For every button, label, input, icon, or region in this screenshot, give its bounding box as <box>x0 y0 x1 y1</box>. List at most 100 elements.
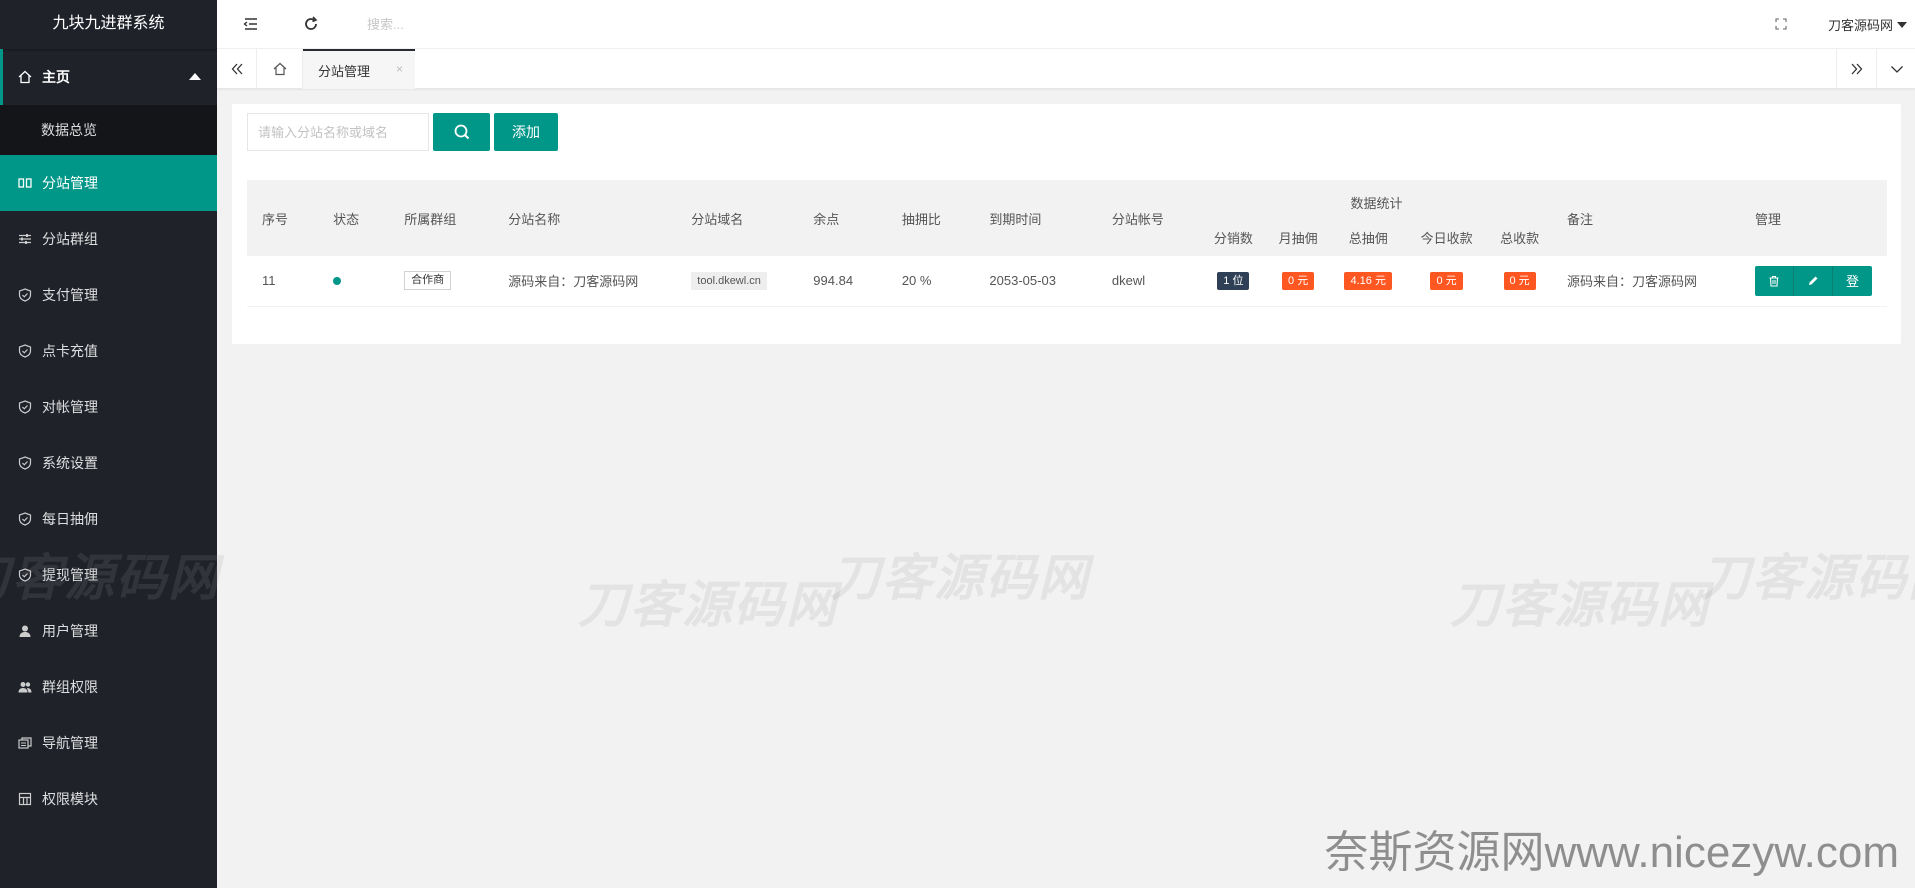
col-distributors: 分销数 <box>1200 218 1266 256</box>
cell-today-income: 0 元 <box>1405 256 1488 307</box>
cell-manage: 登 <box>1740 256 1887 307</box>
sidebar-item-label: 系统设置 <box>42 455 98 471</box>
top-header: 刀客源码网 <box>217 0 1915 49</box>
col-total-income: 总收款 <box>1487 218 1552 256</box>
watermark: 刀客源码网 <box>830 549 1090 607</box>
menu-collapse-icon[interactable] <box>241 14 261 34</box>
tabs-dropdown-button[interactable] <box>1876 49 1915 89</box>
shield-check-icon <box>18 456 32 470</box>
main-card: 添加 序号 状态 所属群组 分站名称 分站域名 余点 抽拥比 到期时间 分站帐号… <box>232 104 1901 344</box>
search-button[interactable] <box>433 113 490 151</box>
sidebar-item-settings[interactable]: 系统设置 <box>0 435 217 491</box>
col-remark: 备注 <box>1552 180 1740 256</box>
login-button[interactable]: 登 <box>1833 265 1872 296</box>
col-index: 序号 <box>247 180 319 256</box>
sidebar-item-card-recharge[interactable]: 点卡充值 <box>0 323 217 379</box>
cell-remark: 源码来自：刀客源码网 <box>1552 256 1740 307</box>
table-row: 11 合作商 源码来自：刀客源码网 tool.dkewl.cn 994.84 2… <box>247 256 1887 307</box>
sliders-icon <box>18 232 32 246</box>
sidebar-item-permission-modules[interactable]: 权限模块 <box>0 771 217 827</box>
cell-ratio: 20 % <box>886 256 975 307</box>
sidebar-item-payment[interactable]: 支付管理 <box>0 267 217 323</box>
sidebar-item-users[interactable]: 用户管理 <box>0 603 217 659</box>
tabs-scroll-left-button[interactable] <box>217 49 257 89</box>
cell-total-income: 0 元 <box>1487 256 1552 307</box>
fullscreen-icon[interactable] <box>1771 14 1791 34</box>
edit-button[interactable] <box>1794 265 1833 296</box>
add-button[interactable]: 添加 <box>494 113 558 151</box>
sidebar-item-substation[interactable]: 分站管理 <box>0 155 217 211</box>
shield-check-icon <box>18 288 32 302</box>
cell-account: dkewl <box>1096 256 1201 307</box>
tab-home-button[interactable] <box>258 49 303 89</box>
sidebar-item-label: 主页 <box>42 69 70 85</box>
cell-status <box>318 256 390 307</box>
shield-check-icon <box>18 344 32 358</box>
cell-monthly-commission: 0 元 <box>1265 256 1331 307</box>
col-monthly-commission: 月抽佣 <box>1265 218 1331 256</box>
col-ratio: 抽拥比 <box>886 180 975 256</box>
tab-substation-management[interactable]: 分站管理 × <box>303 49 415 89</box>
shield-check-icon <box>18 512 32 526</box>
col-expire: 到期时间 <box>974 180 1097 256</box>
col-group-stats: 数据统计 <box>1200 180 1552 218</box>
user-menu[interactable]: 刀客源码网 <box>1828 15 1907 34</box>
home-outline-icon <box>273 62 287 76</box>
sidebar-item-navigation[interactable]: 导航管理 <box>0 715 217 771</box>
pencil-icon <box>1809 276 1818 285</box>
cell-index: 11 <box>247 256 319 307</box>
caret-down-icon <box>1897 22 1907 28</box>
col-name: 分站名称 <box>493 180 677 256</box>
tab-bar: 分站管理 × <box>217 49 1915 89</box>
sidebar-item-label: 支付管理 <box>42 287 98 303</box>
double-chevron-right-icon <box>1851 63 1862 75</box>
sidebar-item-label: 分站群组 <box>42 231 98 247</box>
sidebar-item-label: 群组权限 <box>42 679 98 695</box>
distributors-badge: 1 位 <box>1217 271 1250 290</box>
sidebar-item-home[interactable]: 主页 <box>0 49 217 105</box>
col-domain: 分站域名 <box>676 180 799 256</box>
chevron-down-icon <box>1890 66 1903 73</box>
sidebar-item-label: 点卡充值 <box>42 343 98 359</box>
sidebar-item-group-permissions[interactable]: 群组权限 <box>0 659 217 715</box>
cell-balance: 994.84 <box>798 256 887 307</box>
user-icon <box>18 624 32 638</box>
sidebar-item-substation-group[interactable]: 分站群组 <box>0 211 217 267</box>
sidebar-item-label: 导航管理 <box>42 735 98 751</box>
footer-watermark: 奈斯资源网www.nicezyw.com <box>1324 828 1899 877</box>
columns-icon <box>18 176 32 190</box>
chevron-up-icon <box>189 73 201 80</box>
delete-button[interactable] <box>1755 265 1794 296</box>
sidebar-item-label: 分站管理 <box>42 175 98 191</box>
users-icon <box>18 680 32 694</box>
sidebar: 九块九进群系统 主页 数据总览 分站管理 分站群组 支付管理 点卡充值 对帐管理… <box>0 0 217 888</box>
tabs-scroll-right-button[interactable] <box>1836 49 1876 89</box>
group-tag: 合作商 <box>404 271 452 291</box>
cell-name: 源码来自：刀客源码网 <box>493 256 677 307</box>
global-search-input[interactable] <box>367 12 587 36</box>
col-total-commission: 总抽佣 <box>1330 218 1406 256</box>
col-group: 所属群组 <box>389 180 494 256</box>
col-balance: 余点 <box>798 180 887 256</box>
total-income-badge: 0 元 <box>1503 271 1536 290</box>
sidebar-item-reconciliation[interactable]: 对帐管理 <box>0 379 217 435</box>
sidebar-item-label: 对帐管理 <box>42 399 98 415</box>
col-account: 分站帐号 <box>1096 180 1201 256</box>
sidebar-item-label: 用户管理 <box>42 623 98 639</box>
grid-icon <box>18 792 32 806</box>
sidebar-subitem-overview[interactable]: 数据总览 <box>0 105 217 155</box>
cell-group: 合作商 <box>389 256 494 307</box>
trash-icon <box>1769 275 1779 287</box>
keyword-search-input[interactable] <box>247 113 429 151</box>
sidebar-item-label: 每日抽佣 <box>42 511 98 527</box>
col-status: 状态 <box>318 180 390 256</box>
col-manage: 管理 <box>1740 180 1887 256</box>
watermark: 刀客源码网 <box>1450 576 1710 634</box>
refresh-icon[interactable] <box>301 14 321 34</box>
close-tab-icon[interactable]: × <box>396 62 403 76</box>
shield-check-icon <box>18 400 32 414</box>
search-icon <box>454 124 469 140</box>
nav-icon <box>18 736 32 750</box>
row-actions: 登 <box>1755 265 1872 296</box>
today-income-badge: 0 元 <box>1430 271 1463 290</box>
